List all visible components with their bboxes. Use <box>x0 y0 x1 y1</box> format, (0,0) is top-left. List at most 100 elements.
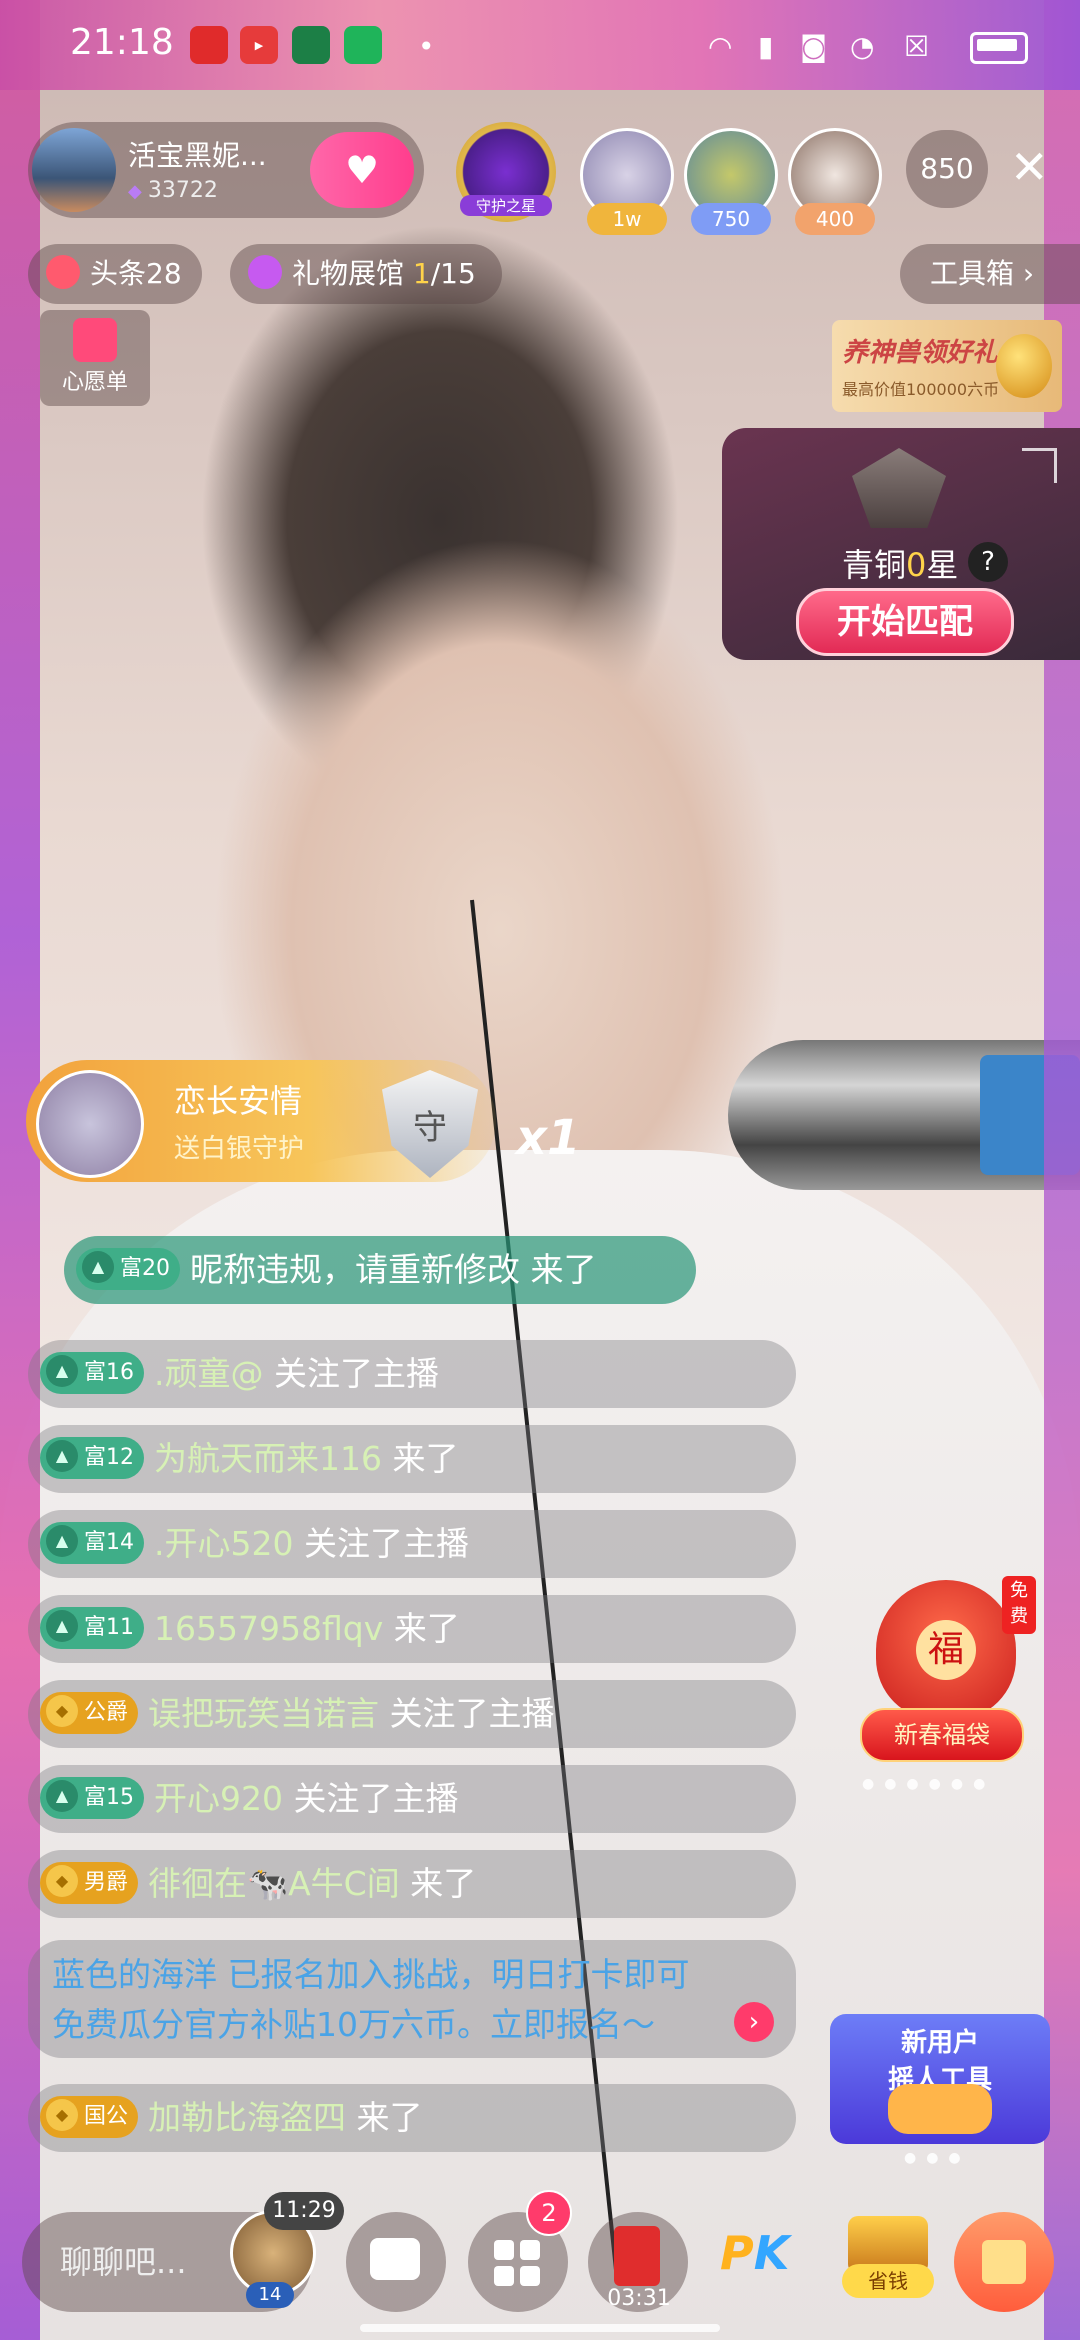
home-indicator[interactable] <box>360 2324 720 2332</box>
chat-action: 关注了主播 <box>293 1524 469 1563</box>
bronze-rank-icon <box>852 448 946 528</box>
carousel-dots-icon: ●●●●●● <box>862 1776 996 1792</box>
notice-arrow-icon[interactable]: › <box>734 2002 774 2042</box>
wealth-level-badge: 富12 <box>40 1436 144 1479</box>
wealth-level-badge: 富16 <box>40 1351 144 1394</box>
gift-button[interactable] <box>954 2212 1054 2312</box>
pk-button[interactable]: PK <box>720 2226 789 2280</box>
gift-box-icon <box>982 2240 1026 2284</box>
pk-label-p: P <box>720 2226 754 2280</box>
top-viewer-1-avatar[interactable]: 1w <box>580 128 674 235</box>
chat-message[interactable]: 公爵误把玩笑当诺言 关注了主播 <box>28 1680 796 1748</box>
golden-egg-icon <box>996 334 1052 398</box>
top-viewer-2-avatar[interactable]: 750 <box>684 128 778 235</box>
chat-message[interactable]: 富20 昵称违规，请重新修改 来了 <box>64 1236 696 1304</box>
chat-message[interactable]: 富14 .开心520 关注了主播 <box>28 1510 796 1578</box>
pk-label-k: K <box>753 2226 790 2280</box>
chat-username[interactable]: 16557958flqv <box>154 1609 383 1648</box>
chat-action: 来了 <box>383 1609 460 1648</box>
save-money-label: 省钱 <box>842 2264 934 2298</box>
app-notification-icon <box>190 26 228 64</box>
fire-icon <box>46 255 80 289</box>
wishlist-label: 心愿单 <box>61 370 128 395</box>
chat-message[interactable]: 富11 16557958flqv 来了 <box>28 1595 796 1663</box>
rank-suffix: 星 <box>926 546 959 584</box>
noble-level-badge: 男爵 <box>40 1861 139 1904</box>
gift-gallery-icon <box>248 255 282 289</box>
fan-club-level: 14 <box>246 2282 294 2308</box>
video-app-icon: ▶ <box>240 26 278 64</box>
chat-message[interactable]: 富15 开心920 关注了主播 <box>28 1765 796 1833</box>
headline-chip[interactable]: 头条28 <box>28 244 202 304</box>
free-tag: 免费 <box>1002 1576 1036 1634</box>
guard-star-badge[interactable]: 守护之星 <box>456 122 556 222</box>
challenge-notice[interactable]: 蓝色的海洋 已报名加入挑战，明日打卡即可 免费瓜分官方补贴10万六币。立即报名～… <box>28 1940 796 2058</box>
status-bar: 21:18 ▶ • ◠ ▮ ◙ ◔ ☒ <box>0 0 1080 90</box>
chat-action: 来了 <box>399 1864 477 1903</box>
notification-badge: 2 <box>526 2190 572 2236</box>
grid-icon <box>494 2240 542 2288</box>
red-packet-timer: 03:31 <box>607 2286 671 2311</box>
anchor-fans-count: 33722 <box>128 178 218 203</box>
new-user-tool-card[interactable]: 新用户 摇人工具 <box>830 2014 1050 2144</box>
fan-club-timer: 11:29 <box>264 2192 344 2230</box>
camera-icon: ◙ <box>800 30 828 63</box>
promo-banner[interactable]: 养神兽领好礼 最高价值100000六币 <box>832 320 1062 412</box>
chat-username[interactable]: 开心920 <box>154 1779 283 1818</box>
chat-username[interactable]: .开心520 <box>154 1524 293 1563</box>
top-viewer-3-tag: 400 <box>795 203 875 235</box>
headphone-icon: ◠ <box>708 30 733 63</box>
start-match-button[interactable]: 开始匹配 <box>796 588 1014 656</box>
carousel-dots-icon: ●●● <box>904 2150 971 2166</box>
gift-gallery-current: 1 <box>412 257 431 290</box>
wishlist-button[interactable]: 心愿单 <box>40 310 150 406</box>
chat-username[interactable]: 误把玩笑当诺言 <box>148 1694 379 1733</box>
lucky-bag-label: 新春福袋 <box>860 1708 1024 1762</box>
anchor-avatar[interactable] <box>32 128 116 212</box>
top-viewer-2-tag: 750 <box>691 203 771 235</box>
wifi-icon: ◔ <box>850 30 875 63</box>
chat-username[interactable]: .顽童@ <box>154 1354 264 1393</box>
gifter-avatar[interactable] <box>36 1070 144 1178</box>
wealth-level-badge: 富11 <box>40 1606 144 1649</box>
lucky-bag-widget[interactable]: 福 免费 新春福袋 <box>856 1570 1036 1780</box>
chat-message[interactable]: 国公加勒比海盗四 来了 <box>28 2084 796 2152</box>
help-icon[interactable]: ? <box>968 542 1008 582</box>
chat-action: 关注了主播 <box>379 1694 555 1733</box>
headline-chip-label: 头条28 <box>90 257 182 290</box>
close-icon[interactable]: ✕ <box>1010 140 1049 194</box>
chat-action: 关注了主播 <box>263 1354 439 1393</box>
chat-message[interactable]: 富12 为航天而来116 来了 <box>28 1425 796 1493</box>
chat-username[interactable]: 加勒比海盗四 <box>148 2098 346 2137</box>
wealth-level-badge: 富20 <box>76 1247 180 1290</box>
pk-match-card[interactable]: 青铜0星 ? 开始匹配 <box>722 428 1080 660</box>
chat-username[interactable]: 昵称违规，请重新修改 <box>190 1250 520 1289</box>
noble-level-badge: 国公 <box>40 2095 139 2138</box>
rank-prefix: 青铜 <box>842 546 907 584</box>
gifter-name: 恋长安情 <box>174 1082 303 1120</box>
chat-message[interactable]: 富16 .顽童@ 关注了主播 <box>28 1340 796 1408</box>
chat-action: 来了 <box>520 1250 597 1289</box>
chat-username[interactable]: 为航天而来116 <box>154 1439 382 1478</box>
message-icon <box>370 2238 420 2280</box>
anchor-info[interactable]: 活宝黑妮... 33722 ♥ <box>28 122 424 218</box>
store-app-icon <box>344 26 382 64</box>
chat-action: 来了 <box>346 2098 423 2137</box>
chat-message[interactable]: 男爵徘徊在🐄A牛C间 来了 <box>28 1850 796 1918</box>
chat-username[interactable]: 徘徊在🐄A牛C间 <box>148 1864 400 1903</box>
gift-gallery-chip[interactable]: 礼物展馆 1/15 <box>230 244 502 304</box>
guard-star-label: 守护之星 <box>460 195 552 216</box>
rank-value: 0 <box>906 546 927 584</box>
lottery-balls-icon <box>888 2084 992 2134</box>
toolbox-button[interactable]: 工具箱 › <box>900 244 1080 304</box>
follow-button[interactable]: ♥ <box>310 132 414 208</box>
oppo-app-icon <box>292 26 330 64</box>
notice-line-2: 免费瓜分官方补贴10万六币。立即报名～ <box>52 2005 655 2044</box>
expand-icon[interactable] <box>1022 448 1057 483</box>
dot-icon: • <box>418 30 435 63</box>
top-viewer-3-avatar[interactable]: 400 <box>788 128 882 235</box>
save-money-button[interactable]: 省钱 <box>842 2206 934 2302</box>
chat-action: 关注了主播 <box>283 1779 459 1818</box>
viewer-count[interactable]: 850 <box>906 130 988 208</box>
gift-banner: 恋长安情 送白银守护 守 <box>26 1060 496 1182</box>
